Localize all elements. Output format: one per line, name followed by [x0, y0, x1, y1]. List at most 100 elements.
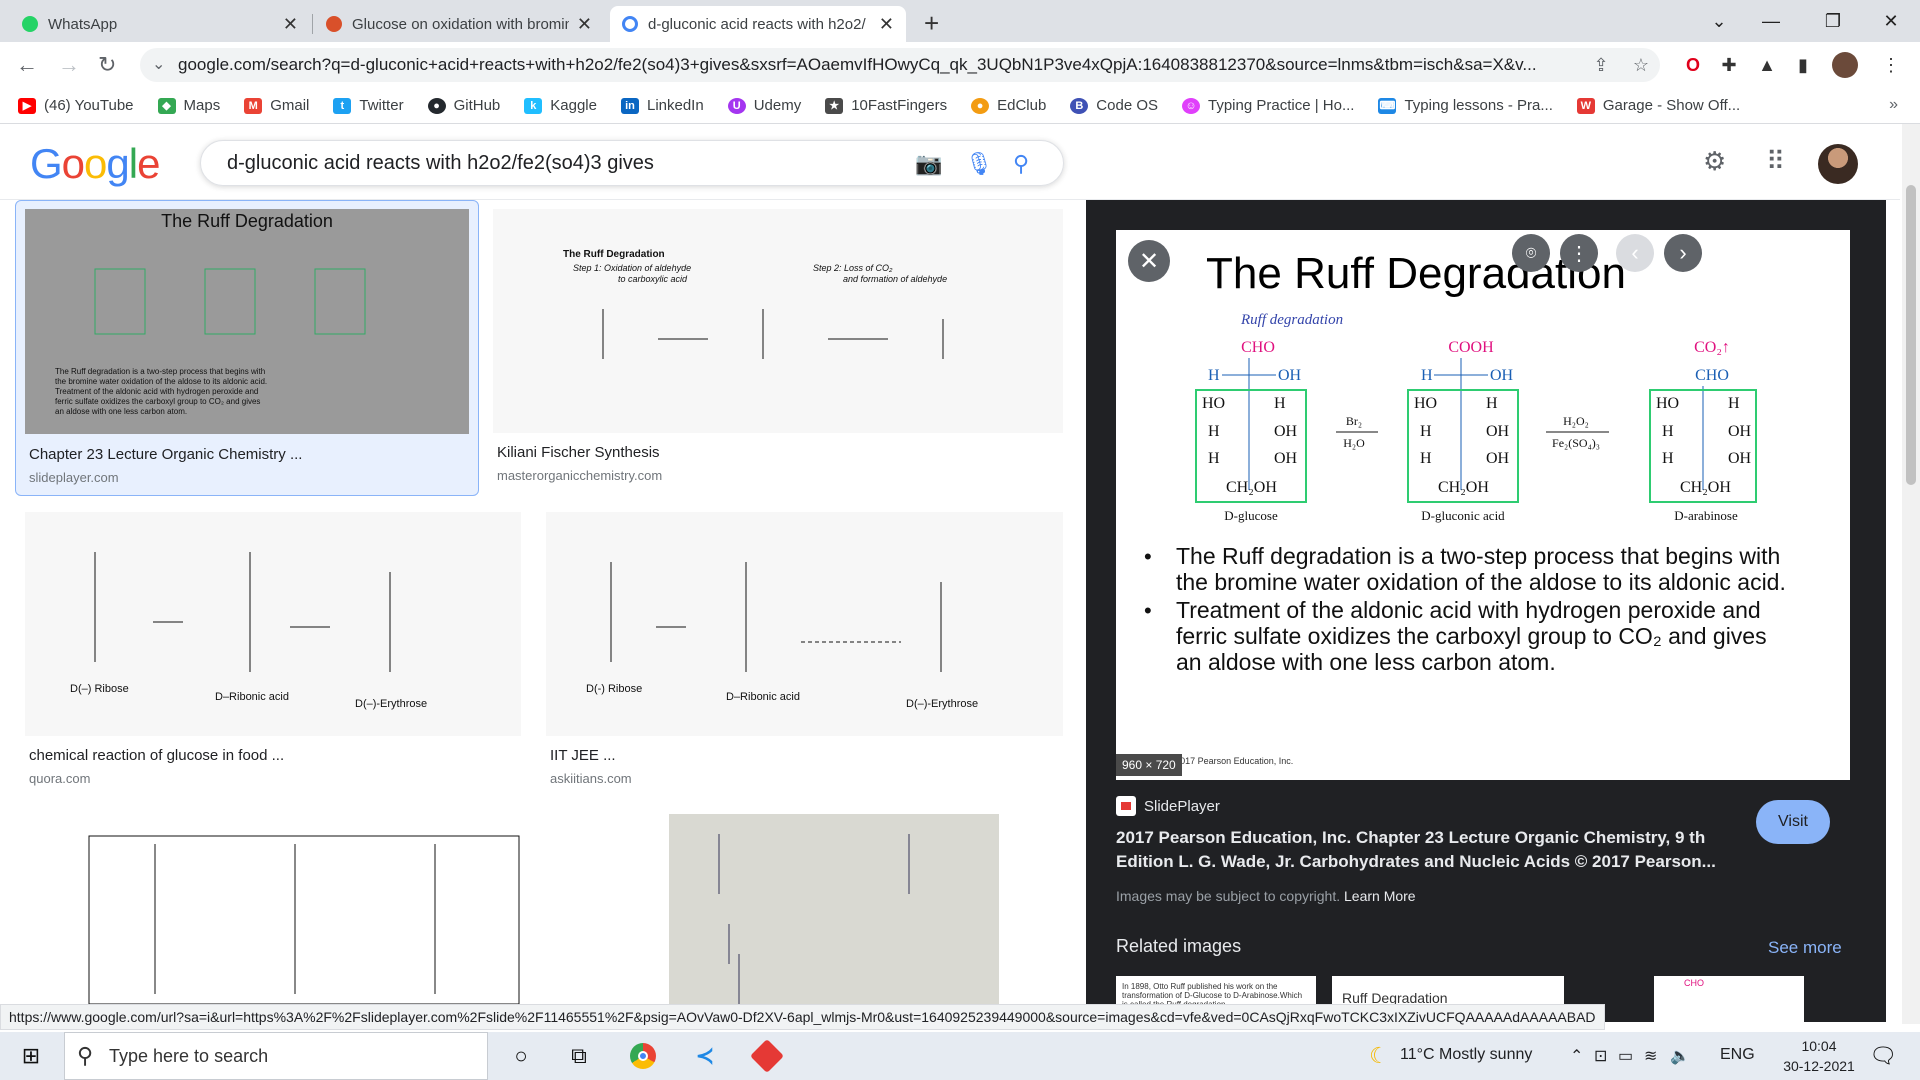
- result-thumbnail[interactable]: The Ruff Degradation Step 1: Oxidation o…: [493, 209, 1063, 433]
- more-options-button[interactable]: ⋮: [1560, 234, 1598, 272]
- url-field[interactable]: ⌄ google.com/search?q=d-gluconic+acid+re…: [140, 48, 1660, 82]
- source-site[interactable]: SlidePlayer: [1116, 796, 1220, 816]
- taskbar-search[interactable]: ⚲ Type here to search: [64, 1032, 488, 1080]
- weather-text[interactable]: 11°C Mostly sunny: [1400, 1046, 1532, 1064]
- lens-button[interactable]: ⌾: [1512, 234, 1550, 272]
- opera-icon[interactable]: O: [1682, 54, 1704, 76]
- account-avatar[interactable]: [1818, 144, 1858, 184]
- result-thumbnail[interactable]: The Ruff Degradation The Ruff degradatio…: [25, 209, 469, 434]
- result-source[interactable]: masterorganicchemistry.com: [497, 468, 662, 483]
- clock[interactable]: 10:04 30-12-2021: [1774, 1036, 1864, 1076]
- result-card-askiitians[interactable]: D(-) Ribose D–Ribonic acid D(–)-Erythros…: [546, 512, 1063, 802]
- git-icon[interactable]: [750, 1039, 784, 1073]
- bookmark-udemy[interactable]: U Udemy: [727, 97, 801, 114]
- bookmark-edclub[interactable]: ● EdClub: [971, 97, 1046, 114]
- close-preview-button[interactable]: ✕: [1128, 240, 1170, 282]
- minimize-button[interactable]: —: [1748, 0, 1794, 42]
- result-thumbnail[interactable]: D(–) Ribose D–Ribonic acid D(–)-Erythros…: [25, 512, 521, 736]
- restore-button[interactable]: ❐: [1810, 0, 1856, 42]
- result-source[interactable]: slideplayer.com: [29, 470, 119, 485]
- mic-icon[interactable]: 🎙: [965, 151, 993, 177]
- result-title[interactable]: Kiliani Fischer Synthesis: [497, 444, 660, 461]
- language-indicator[interactable]: ENG: [1720, 1046, 1755, 1064]
- result-thumbnail-tautomer[interactable]: [25, 814, 581, 1004]
- compound-atom: H: [1208, 423, 1220, 440]
- close-tab-icon[interactable]: ✕: [577, 14, 592, 35]
- result-source[interactable]: askiitians.com: [550, 771, 632, 786]
- learn-more-link[interactable]: Learn More: [1344, 888, 1416, 904]
- apps-grid-icon[interactable]: ⠿: [1766, 146, 1785, 177]
- reload-icon[interactable]: ↻: [98, 52, 116, 78]
- chrome-icon[interactable]: [626, 1040, 660, 1072]
- site-info-icon[interactable]: ⌄: [152, 54, 165, 74]
- extensions-icon[interactable]: ✚: [1718, 54, 1740, 76]
- bookmark-youtube[interactable]: ▶ (46) YouTube: [18, 97, 134, 114]
- vscode-icon[interactable]: ≺: [688, 1040, 722, 1072]
- result-thumbnail[interactable]: D(-) Ribose D–Ribonic acid D(–)-Erythros…: [546, 512, 1063, 736]
- camera-icon[interactable]: 📷: [915, 151, 942, 177]
- bookmark-star-icon[interactable]: ☆: [1630, 54, 1652, 76]
- battery-icon[interactable]: ▭: [1618, 1046, 1633, 1066]
- bookmark-garage[interactable]: W Garage - Show Off...: [1576, 97, 1741, 114]
- menu-kebab-icon[interactable]: ⋮: [1880, 54, 1902, 76]
- cortana-icon[interactable]: ○: [504, 1040, 538, 1072]
- bookmark-label: Garage - Show Off...: [1602, 97, 1741, 114]
- bookmark-twitter[interactable]: t Twitter: [333, 97, 404, 114]
- tab-glucose-oxidation[interactable]: Glucose on oxidation with bromin ✕: [314, 6, 604, 42]
- bookmark-github[interactable]: ● GitHub: [427, 97, 500, 114]
- lab-icon[interactable]: ▲: [1756, 54, 1778, 76]
- notifications-icon[interactable]: 🗨: [1866, 1040, 1900, 1072]
- result-title[interactable]: IIT JEE ...: [550, 747, 616, 764]
- result-card-quora[interactable]: D(–) Ribose D–Ribonic acid D(–)-Erythros…: [25, 512, 521, 802]
- see-more-link[interactable]: See more: [1768, 938, 1842, 958]
- bookmark-typing-lessons[interactable]: ⌨ Typing lessons - Pra...: [1378, 97, 1553, 114]
- image-preview-panel: The Ruff Degradation Ruff degradation CH…: [1086, 200, 1886, 1022]
- search-input[interactable]: d-gluconic acid reacts with h2o2/fe2(so4…: [200, 140, 1064, 186]
- profile-avatar[interactable]: [1832, 52, 1858, 78]
- result-title[interactable]: Chapter 23 Lecture Organic Chemistry ...: [29, 446, 302, 463]
- result-title[interactable]: chemical reaction of glucose in food ...: [29, 747, 284, 764]
- more-bookmarks-icon[interactable]: »: [1889, 96, 1898, 114]
- preview-title[interactable]: 2017 Pearson Education, Inc. Chapter 23 …: [1116, 826, 1736, 874]
- back-icon[interactable]: ←: [16, 52, 38, 78]
- typing-practice-icon: ☺: [1182, 97, 1200, 114]
- result-source[interactable]: quora.com: [29, 771, 90, 786]
- page-scrollbar-thumb[interactable]: [1906, 185, 1916, 485]
- result-card-masterorganic[interactable]: The Ruff Degradation Step 1: Oxidation o…: [493, 209, 1063, 499]
- close-tab-icon[interactable]: ✕: [283, 14, 298, 35]
- task-view-icon[interactable]: ⧉: [562, 1040, 596, 1072]
- new-tab-button[interactable]: +: [924, 8, 939, 39]
- visit-button[interactable]: Visit: [1756, 800, 1830, 844]
- result-card-slideplayer[interactable]: The Ruff Degradation The Ruff degradatio…: [15, 200, 479, 496]
- reagent-label: Br₂: [1346, 414, 1362, 428]
- onedrive-icon[interactable]: ⊡: [1594, 1046, 1607, 1066]
- tray-chevron-icon[interactable]: ⌃: [1570, 1046, 1583, 1066]
- result-thumbnail-handwritten[interactable]: [669, 814, 999, 1004]
- bookmark-maps[interactable]: ◆ Maps: [157, 97, 220, 114]
- whatsapp-icon: [22, 16, 38, 32]
- volume-icon[interactable]: 🔈: [1670, 1046, 1690, 1066]
- wifi-icon[interactable]: ≋: [1644, 1046, 1657, 1066]
- forward-icon[interactable]: →: [58, 52, 80, 78]
- close-tab-icon[interactable]: ✕: [879, 14, 894, 35]
- tab-google-search[interactable]: d-gluconic acid reacts with h2o2/ ✕: [610, 6, 906, 42]
- settings-gear-icon[interactable]: ⚙: [1703, 146, 1726, 177]
- tab-whatsapp[interactable]: WhatsApp ✕: [10, 6, 310, 42]
- bookmark-linkedin[interactable]: in LinkedIn: [620, 97, 704, 114]
- next-image-button[interactable]: ›: [1664, 234, 1702, 272]
- bookmark-10fastfingers[interactable]: ★ 10FastFingers: [825, 97, 947, 114]
- share-icon[interactable]: ⇪: [1590, 54, 1612, 76]
- google-logo[interactable]: Google: [30, 140, 160, 188]
- bookmark-kaggle[interactable]: k Kaggle: [524, 97, 597, 114]
- sidepanel-icon[interactable]: ▮: [1792, 54, 1814, 76]
- previous-image-button[interactable]: ‹: [1616, 234, 1654, 272]
- tab-search-icon[interactable]: ⌄: [1696, 0, 1742, 42]
- search-icon[interactable]: ⚲: [1013, 151, 1029, 177]
- related-image-3[interactable]: CHO: [1654, 976, 1804, 1022]
- windows-start-icon[interactable]: ⊞: [14, 1040, 48, 1072]
- close-window-button[interactable]: ✕: [1868, 0, 1914, 42]
- bookmark-code-os[interactable]: B Code OS: [1070, 97, 1158, 114]
- preview-image[interactable]: The Ruff Degradation Ruff degradation CH…: [1116, 230, 1850, 780]
- bookmark-typing-practice[interactable]: ☺ Typing Practice | Ho...: [1182, 97, 1354, 114]
- bookmark-gmail[interactable]: M Gmail: [244, 97, 309, 114]
